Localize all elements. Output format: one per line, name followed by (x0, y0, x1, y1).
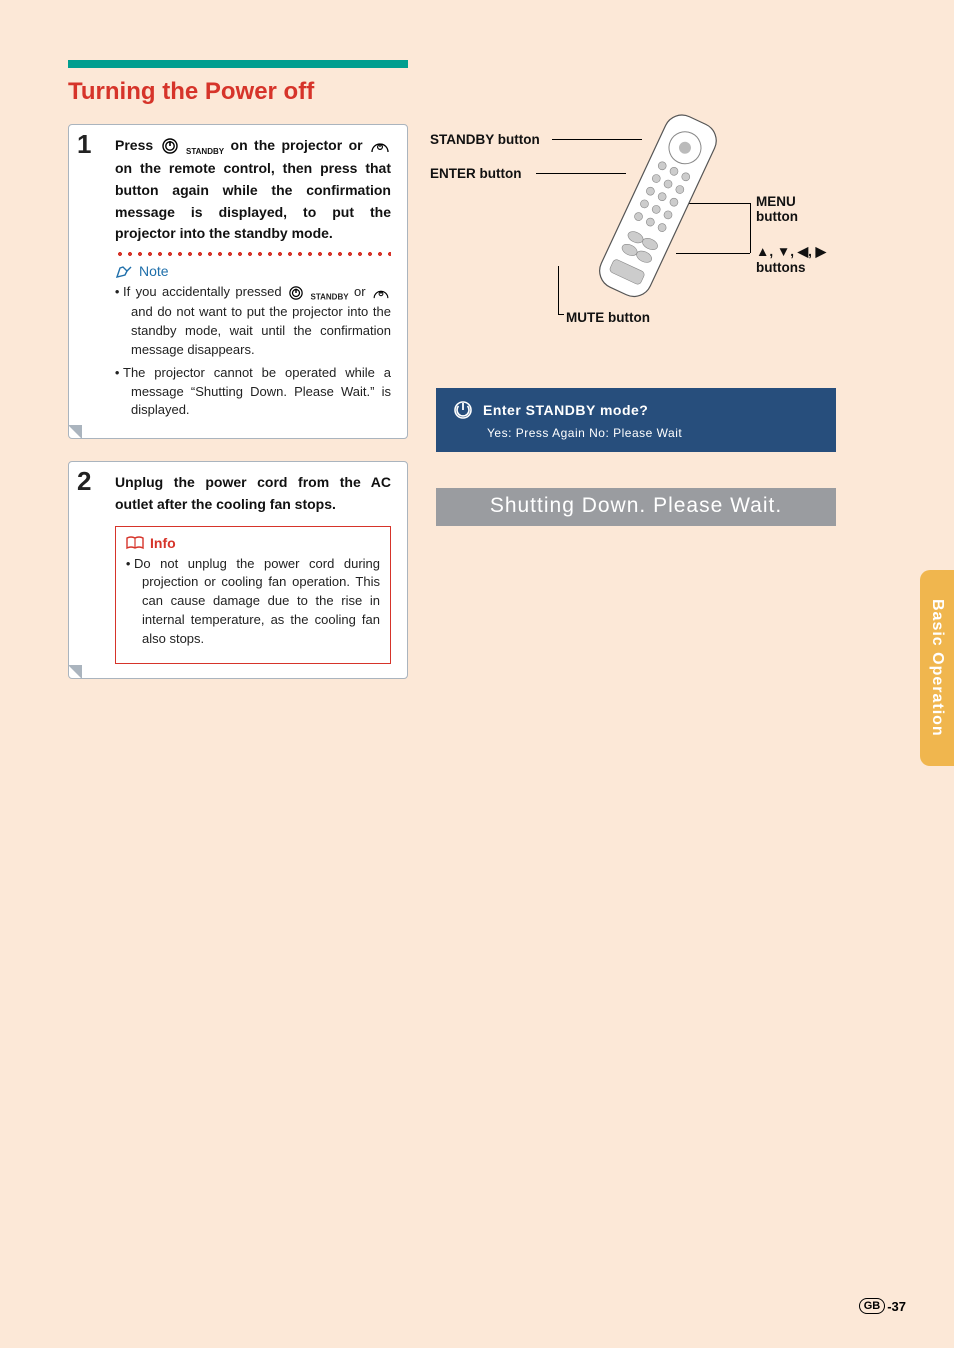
step-2-box: 2 Unplug the power cord from the AC outl… (68, 461, 408, 679)
step-1-box: 1 Press STANDBY on the projector or on t… (68, 124, 408, 439)
info-text: Do not unplug the power cord during proj… (134, 555, 380, 649)
note-body: If you accidentally pressed STANDBY or a… (115, 283, 391, 420)
note-pen-icon (115, 263, 135, 279)
step-corner-icon (68, 425, 82, 439)
dotted-rule (115, 251, 391, 257)
power-icon (289, 286, 303, 300)
info-book-icon (126, 536, 144, 550)
step-1-text: Press STANDBY on the projector or on the… (115, 135, 391, 245)
power-icon-remote (373, 287, 389, 299)
step-2-text: Unplug the power cord from the AC outlet… (115, 472, 391, 515)
osd-power-icon (453, 400, 473, 420)
section-heading: Turning the Power off (68, 78, 888, 106)
note-label: Note (139, 263, 169, 279)
top-rule (68, 60, 408, 68)
label-arrows: ▲, ▼, ◀, ▶ buttons (756, 244, 826, 275)
region-badge: GB (859, 1298, 886, 1314)
remote-diagram: STANDBY button ENTER button MENU button … (436, 124, 876, 344)
osd-confirm-box: Enter STANDBY mode? Yes: Press Again No:… (436, 388, 836, 452)
page-number: -37 (887, 1299, 906, 1314)
info-box: Info Do not unplug the power cord during… (115, 526, 391, 664)
power-icon (162, 138, 178, 154)
page-footer: GB -37 (859, 1298, 906, 1314)
section-tab-label: Basic Operation (928, 599, 946, 737)
step-corner-icon (68, 665, 82, 679)
section-tab: Basic Operation (920, 570, 954, 766)
info-label: Info (150, 535, 176, 551)
label-enter: ENTER button (430, 166, 521, 181)
note-heading: Note (115, 263, 391, 279)
osd-line2: Yes: Press Again No: Please Wait (453, 426, 835, 440)
step-1-number: 1 (77, 129, 91, 160)
step-2-number: 2 (77, 466, 91, 497)
osd-line1: Enter STANDBY mode? (483, 402, 648, 418)
label-standby: STANDBY button (430, 132, 540, 147)
label-menu: MENU button (756, 194, 798, 224)
remote-control-icon (556, 112, 756, 322)
shutdown-message: Shutting Down. Please Wait. (436, 488, 836, 526)
power-icon-remote (371, 139, 389, 153)
